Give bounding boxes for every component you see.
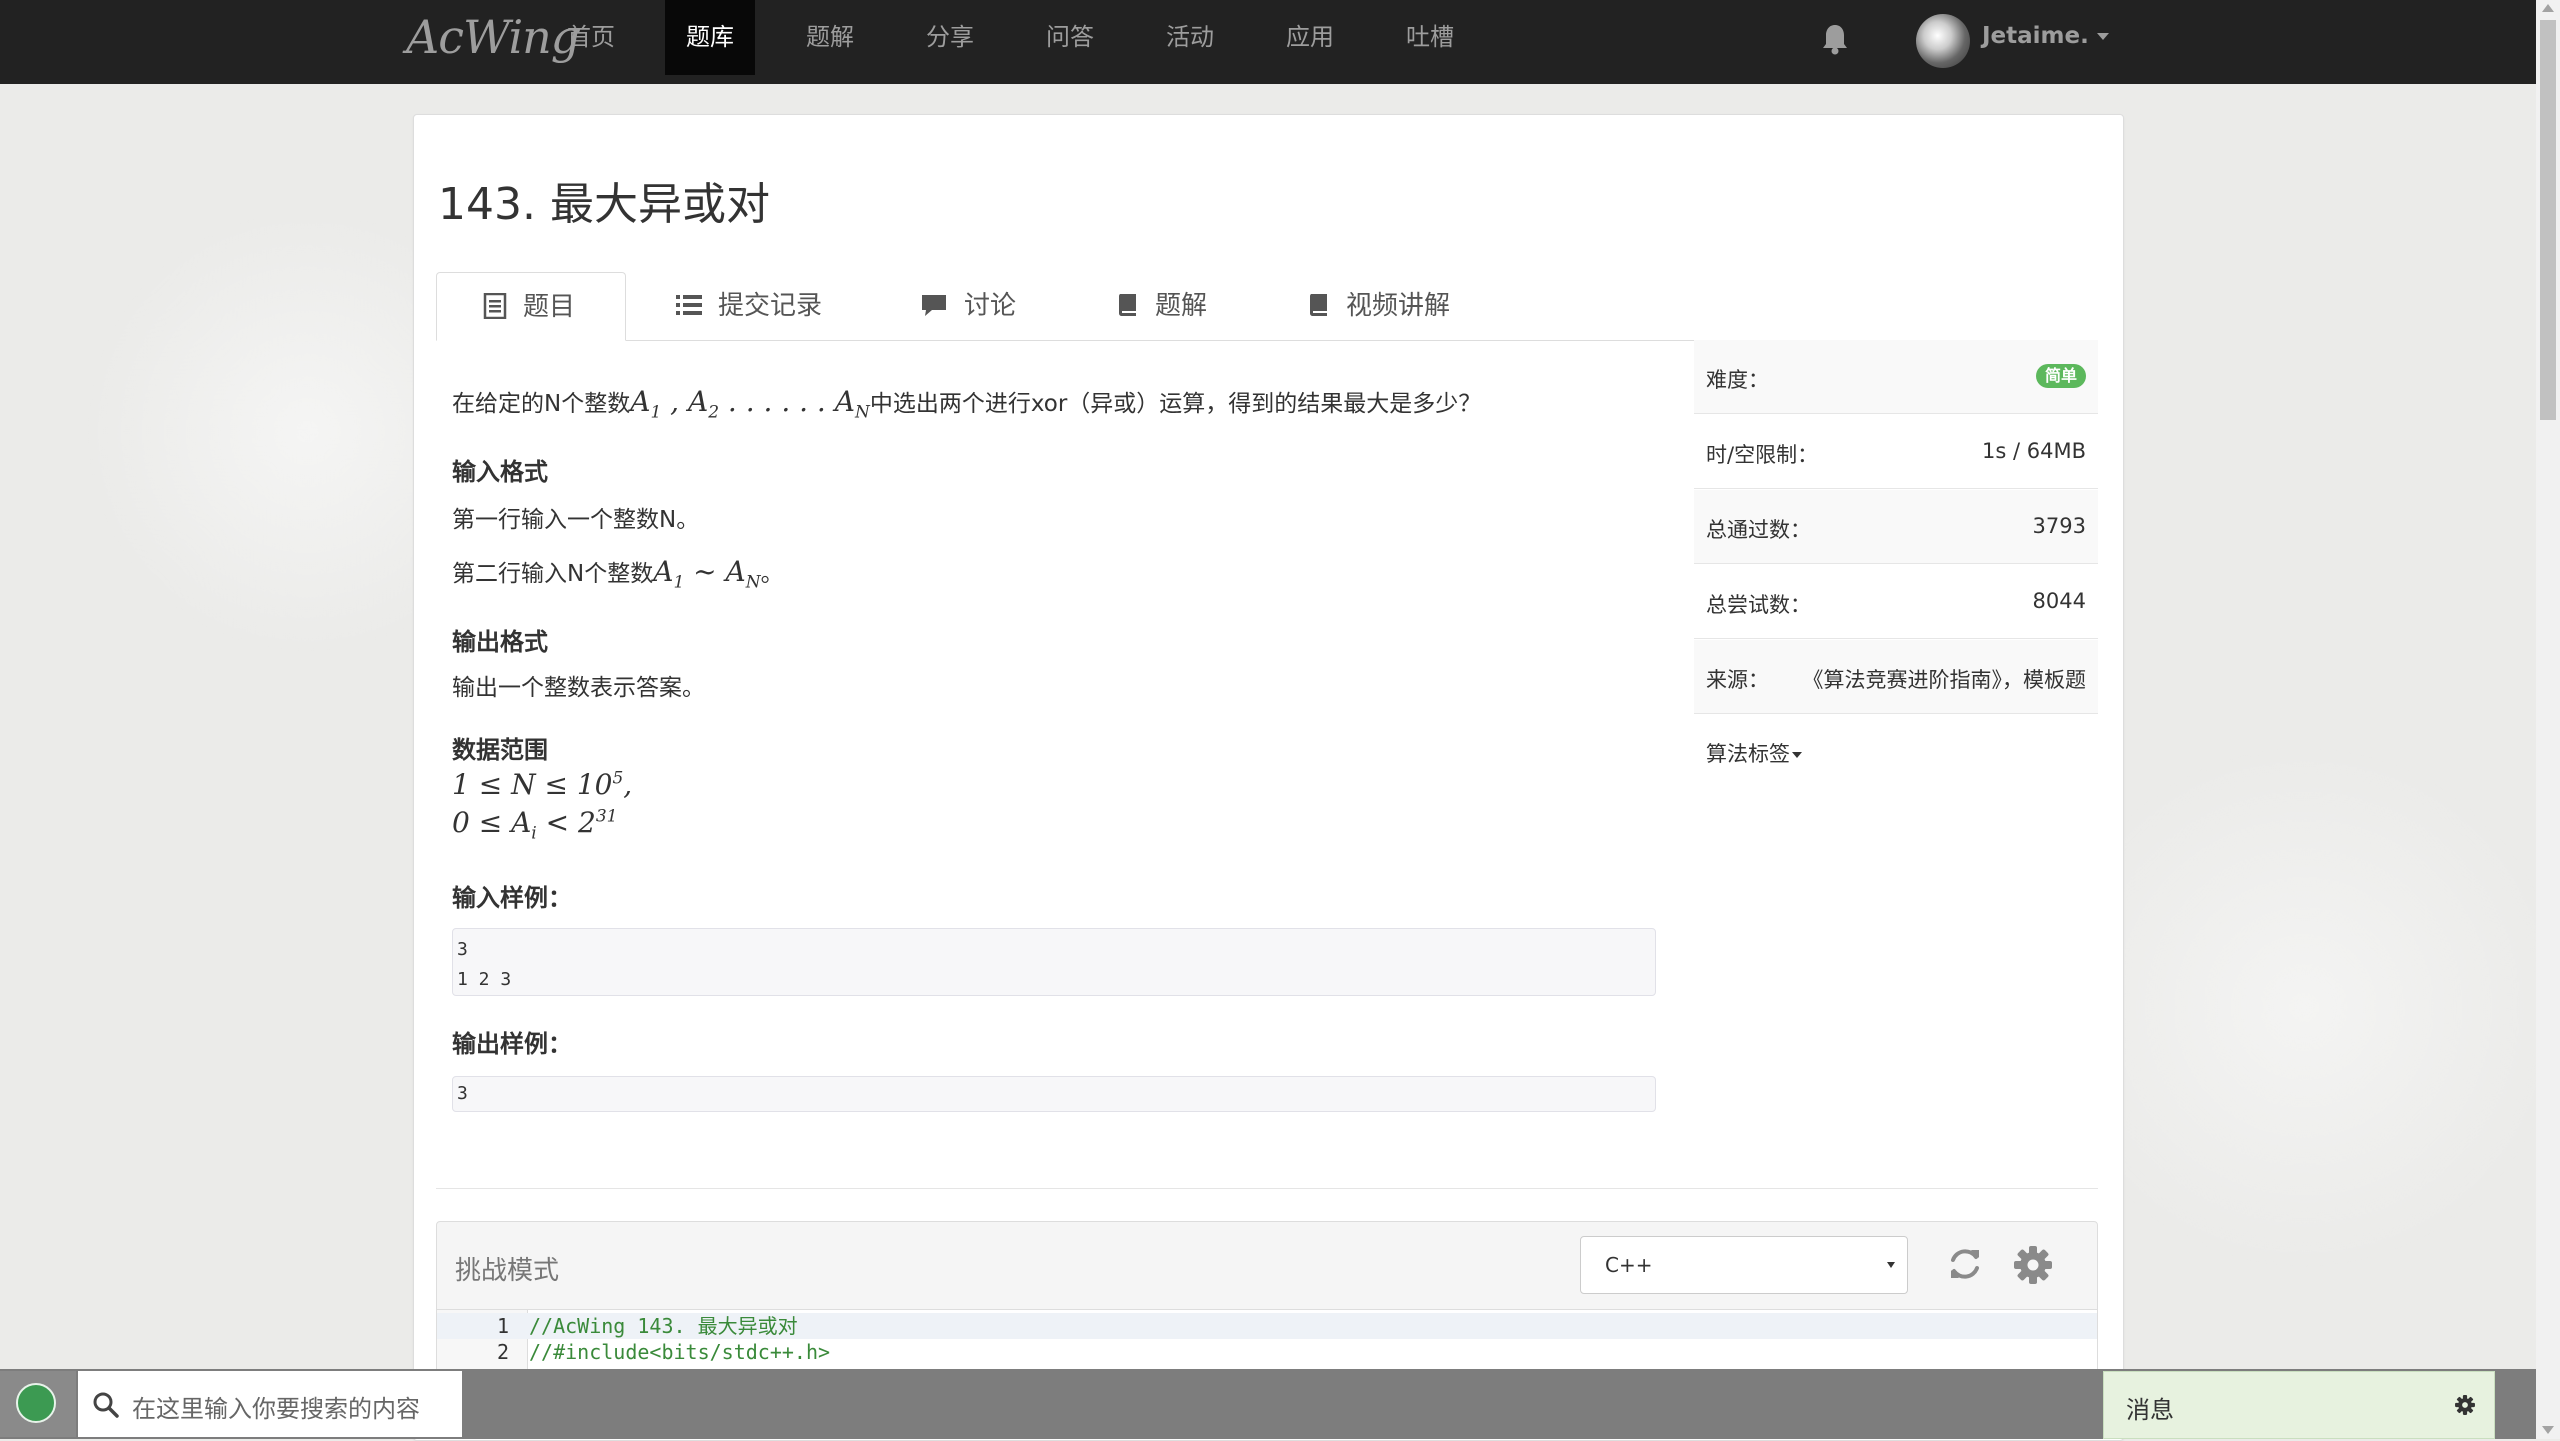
message-panel[interactable]: 消息	[2103, 1371, 2495, 1439]
scroll-up-icon[interactable]	[2542, 4, 2554, 12]
username: Jetaime.	[1982, 23, 2089, 49]
limit-row: 时/空限制： 1s / 64MB	[1694, 415, 2098, 489]
nav-item-home[interactable]: 首页	[548, 0, 634, 75]
book-icon	[1119, 293, 1136, 316]
limit-value: 1s / 64MB	[1982, 439, 2086, 463]
constraint-n: 1 ≤ N ≤ 105,	[452, 768, 633, 801]
language-select[interactable]: C++	[1580, 1236, 1908, 1294]
language-value: C++	[1605, 1253, 1653, 1277]
nav-item-activities[interactable]: 活动	[1147, 0, 1233, 75]
data-range-heading: 数据范围	[452, 736, 548, 764]
top-navbar: AcWing 首页 题库 题解 分享 问答 活动 应用 吐槽 Jetaime.	[0, 0, 2536, 84]
sample-input-heading: 输入样例：	[452, 884, 572, 912]
editor-toolbar: 挑战模式 C++	[436, 1221, 2098, 1310]
nav-item-problems[interactable]: 题库	[665, 0, 755, 75]
chevron-down-icon	[1792, 752, 1802, 758]
gear-icon[interactable]	[2454, 1394, 2476, 1416]
description-suffix: 中选出两个进行xor（异或）运算，得到的结果最大是多少？	[869, 391, 1482, 417]
search-icon	[93, 1392, 119, 1418]
line-number: 1	[496, 1314, 509, 1338]
output-line-1: 输出一个整数表示答案。	[452, 675, 705, 701]
description-prefix: 在给定的N个整数	[452, 391, 631, 417]
difficulty-badge: 简单	[2035, 364, 2086, 388]
gear-icon[interactable]	[2012, 1244, 2054, 1286]
passed-label: 总通过数：	[1706, 518, 1811, 542]
search-placeholder: 在这里输入你要搜索的内容	[132, 1395, 420, 1423]
tab-discussion[interactable]: 讨论	[920, 272, 1060, 340]
constraint-a: 0 ≤ Ai < 231	[452, 806, 618, 844]
problem-tabs: 题目 提交记录 讨论 题解 视频讲解	[436, 272, 2098, 341]
app-logo-icon	[16, 1383, 56, 1423]
tab-label: 讨论	[964, 291, 1017, 321]
source-value: 《算法竞赛进阶指南》，模板题	[1802, 668, 2087, 692]
message-label: 消息	[2126, 1396, 2174, 1424]
algorithm-tags-toggle[interactable]: 算法标签	[1706, 738, 1802, 768]
tab-label: 提交记录	[718, 291, 823, 321]
tab-problem[interactable]: 题目	[436, 272, 626, 341]
code-text: //#include<bits/stdc++.h>	[529, 1340, 831, 1364]
comment-icon	[922, 294, 946, 316]
scroll-down-icon[interactable]	[2542, 1426, 2554, 1434]
page-title: 143. 最大异或对	[438, 179, 770, 230]
math-range: A1 ~ AN	[653, 555, 761, 593]
passed-row: 总通过数： 3793	[1694, 490, 2098, 564]
limit-label: 时/空限制：	[1706, 443, 1819, 467]
user-menu[interactable]: Jetaime.	[1982, 23, 2109, 49]
input-line-2: 第二行输入N个整数A1 ~ AN。	[452, 554, 784, 593]
chevron-down-icon	[2096, 33, 2109, 40]
problem-description: 在给定的N个整数A1 , A2 . . . . . . AN中选出两个进行xor…	[452, 384, 1481, 423]
nav-item-apps[interactable]: 应用	[1267, 0, 1353, 75]
math-sequence: A1 , A2 . . . . . . AN	[630, 385, 870, 423]
section-divider	[436, 1188, 2098, 1189]
bell-icon[interactable]	[1820, 22, 1850, 56]
sample-input-block: 3 1 2 3	[452, 928, 1656, 996]
line-number: 2	[496, 1340, 509, 1364]
passed-value: 3793	[2032, 514, 2086, 538]
input-line-1: 第一行输入一个整数N。	[452, 507, 700, 533]
tab-submissions[interactable]: 提交记录	[676, 272, 876, 340]
page-scrollbar[interactable]	[2536, 0, 2560, 1439]
input-line-2-prefix: 第二行输入N个整数	[452, 561, 654, 587]
tab-label: 题解	[1155, 291, 1208, 321]
input-format-heading: 输入格式	[452, 458, 548, 486]
taskbar-search[interactable]: 在这里输入你要搜索的内容	[78, 1371, 462, 1437]
list-icon	[676, 294, 702, 315]
tried-row: 总尝试数： 8044	[1694, 565, 2098, 639]
tab-label: 视频讲解	[1346, 291, 1451, 321]
nav-item-qa[interactable]: 问答	[1027, 0, 1113, 75]
challenge-mode-label: 挑战模式	[455, 1256, 560, 1286]
code-text: //AcWing 143. 最大异或对	[529, 1314, 798, 1338]
chevron-down-icon	[1887, 1262, 1895, 1268]
sample-output-block: 3	[452, 1076, 1656, 1112]
tab-video[interactable]: 视频讲解	[1308, 272, 1498, 340]
tried-label: 总尝试数：	[1706, 593, 1811, 617]
tags-label: 算法标签	[1706, 742, 1790, 766]
refresh-icon[interactable]	[1945, 1244, 1985, 1284]
document-icon	[483, 292, 507, 319]
start-button[interactable]	[0, 1371, 76, 1437]
avatar[interactable]	[1916, 14, 1970, 68]
difficulty-row: 难度： 简单	[1694, 340, 2098, 414]
sample-output-heading: 输出样例：	[452, 1030, 572, 1058]
output-format-heading: 输出格式	[452, 628, 548, 656]
input-line-2-suffix: 。	[760, 561, 784, 587]
nav-item-solutions[interactable]: 题解	[787, 0, 873, 75]
nav-item-share[interactable]: 分享	[907, 0, 993, 75]
tried-value: 8044	[2032, 589, 2086, 613]
source-row: 来源： 《算法竞赛进阶指南》，模板题	[1694, 640, 2098, 714]
tab-label: 题目	[523, 292, 576, 322]
code-line[interactable]: 2 //#include<bits/stdc++.h>	[437, 1339, 2097, 1365]
nav-item-feedback[interactable]: 吐槽	[1387, 0, 1473, 75]
source-label: 来源：	[1706, 668, 1769, 692]
book-icon	[1310, 293, 1327, 316]
code-line[interactable]: 1 //AcWing 143. 最大异或对	[437, 1313, 2097, 1339]
scroll-thumb[interactable]	[2540, 20, 2556, 420]
tab-solutions[interactable]: 题解	[1117, 272, 1247, 340]
difficulty-label: 难度：	[1706, 368, 1769, 392]
